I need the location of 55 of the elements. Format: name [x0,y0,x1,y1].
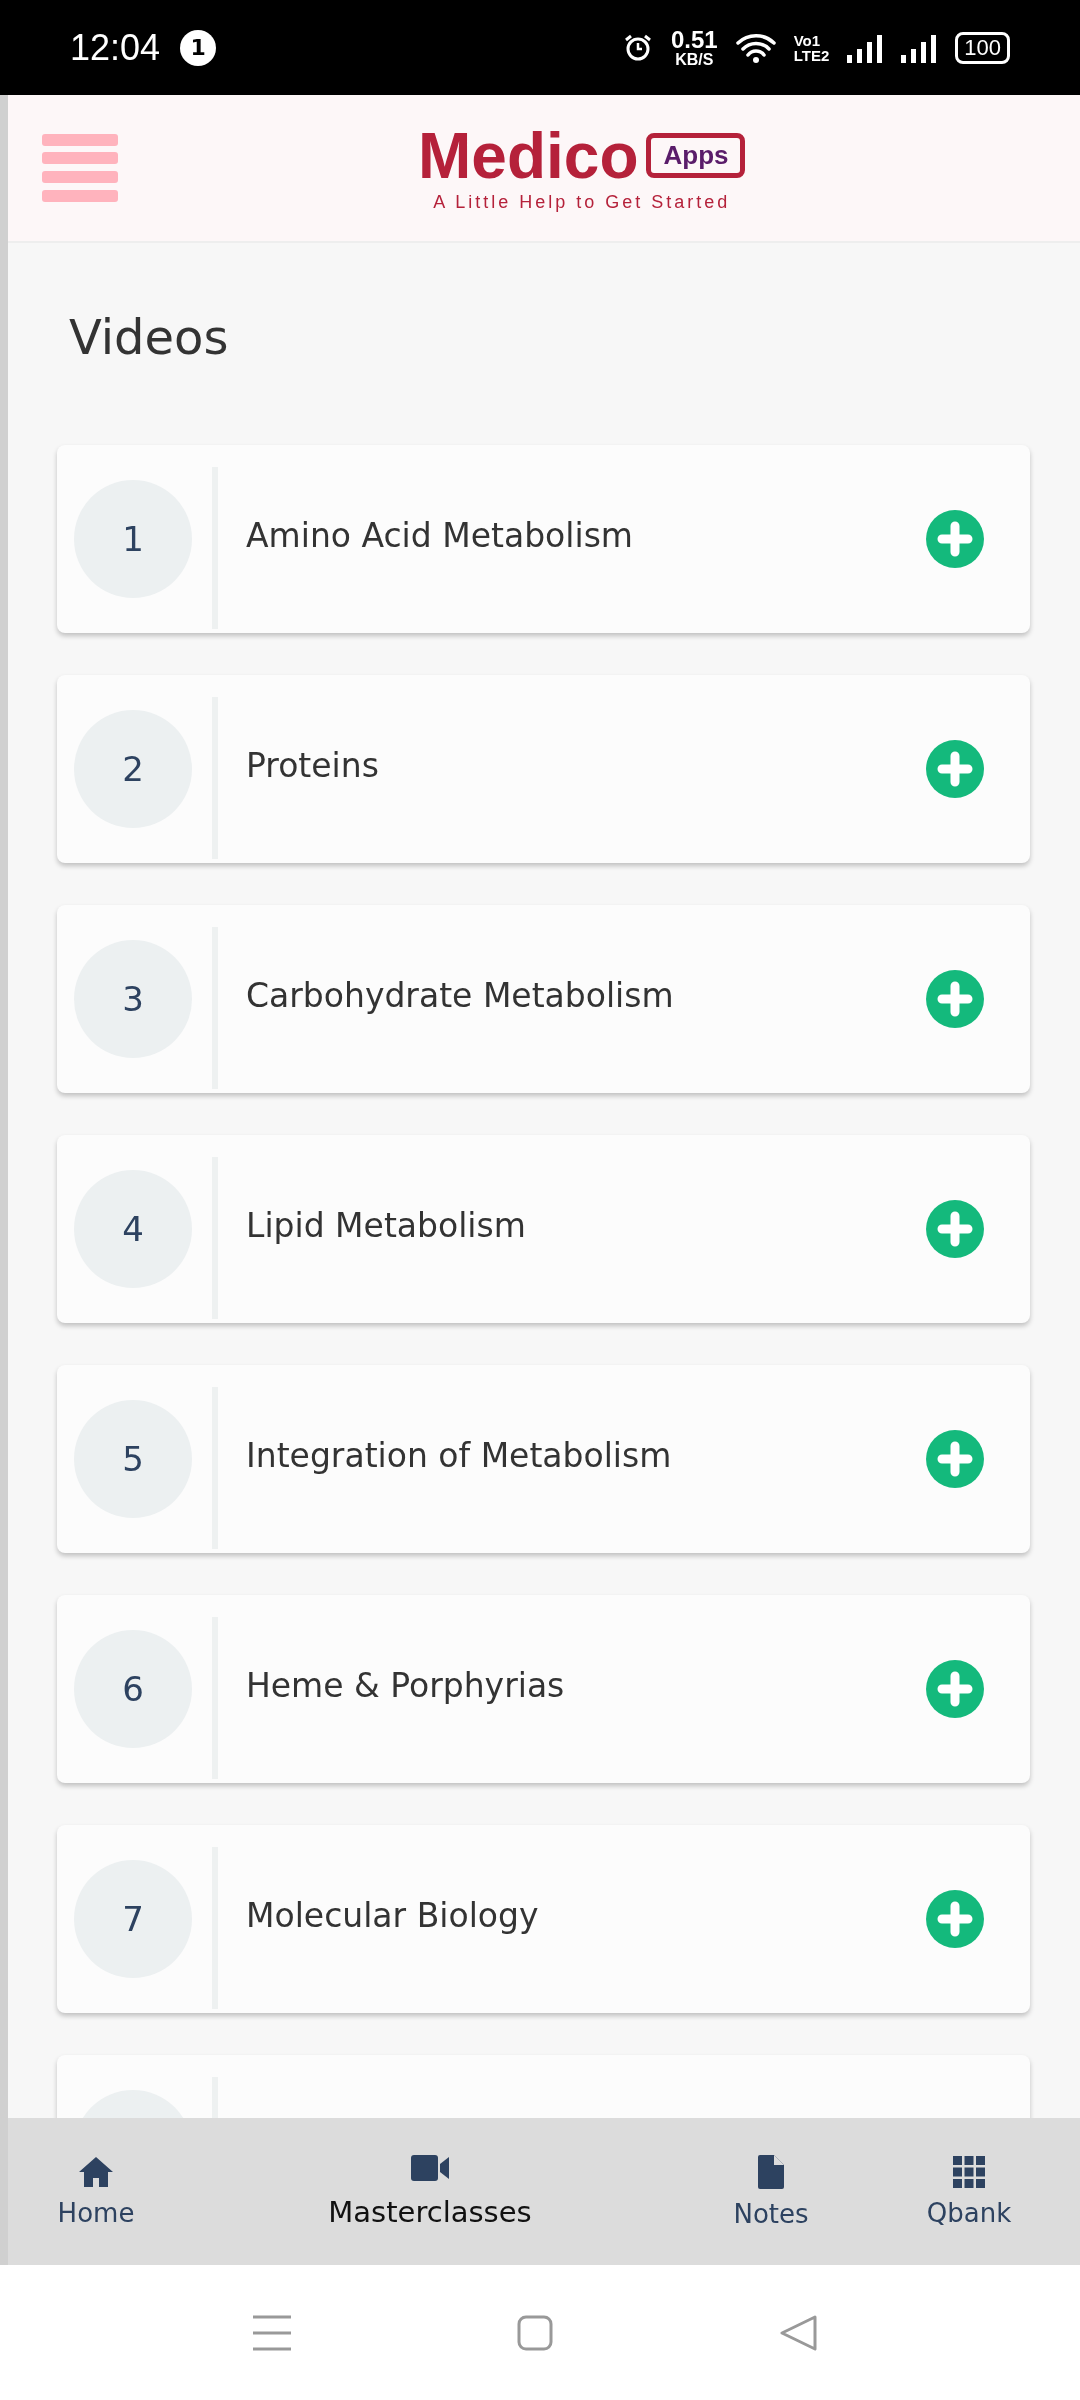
video-number: 4 [74,1170,192,1288]
signal-icon [847,32,884,63]
home-button-icon[interactable] [517,2314,553,2351]
add-icon[interactable] [926,1660,984,1718]
menu-icon[interactable] [42,134,118,202]
video-card[interactable]: 7 Molecular Biology [57,1825,1030,2013]
nav-tab[interactable]: Masterclasses [184,2154,676,2229]
battery-level: 100 [955,31,1010,64]
video-card[interactable]: 6 Heme & Porphyrias [57,1595,1030,1783]
video-title: Lipid Metabolism [245,1205,527,1245]
video-title: Proteins [245,745,380,785]
alarm-icon [623,32,653,63]
logo-wordmark: Medico [418,123,639,188]
nav-tab[interactable]: Qbank [866,2155,1072,2228]
video-title: Carbohydrate Metabolism [245,975,675,1015]
video-camera-icon [411,2154,449,2181]
volte-label: Vo1 [793,32,822,48]
video-number: 1 [74,480,192,598]
speed-unit: KB/S [675,51,714,68]
back-icon[interactable] [779,2314,817,2351]
nav-tab[interactable]: Home [8,2155,184,2228]
network-speed: 0.51 [671,27,718,52]
video-number: 6 [74,1630,192,1748]
video-title: Molecular Biology [245,1895,540,1935]
document-icon [758,2154,784,2189]
add-icon[interactable] [926,740,984,798]
lte-label: LTE2 [793,47,830,63]
logo-tagline: A Little Help to Get Started [433,191,731,213]
clock: 12:04 [70,26,161,69]
add-icon[interactable] [926,1890,984,1948]
video-number: 7 [74,1860,192,1978]
video-card[interactable]: 4 Lipid Metabolism [57,1135,1030,1323]
video-card[interactable]: 3 Carbohydrate Metabolism [57,905,1030,1093]
video-title: Heme & Porphyrias [245,1665,566,1705]
video-title: Integration of Metabolism [245,1435,673,1475]
add-icon[interactable] [926,510,984,568]
video-title: Amino Acid Metabolism [245,515,634,555]
notification-badge: 1 [180,29,217,66]
home-icon [78,2155,114,2188]
nav-tab[interactable]: Notes [676,2154,866,2229]
video-number: 3 [74,940,192,1058]
video-number: 5 [74,1400,192,1518]
signal-icon [901,32,938,63]
logo-badge: Apps [646,133,746,178]
video-card[interactable]: 1 Amino Acid Metabolism [57,445,1030,633]
video-card[interactable]: 5 Integration of Metabolism [57,1365,1030,1553]
add-icon[interactable] [926,970,984,1028]
wifi-icon [735,32,776,63]
grid-icon [953,2155,985,2188]
video-card[interactable]: 2 Proteins [57,675,1030,863]
video-number: 2 [74,710,192,828]
page-title: Videos [69,309,230,365]
add-icon[interactable] [926,1200,984,1258]
add-icon[interactable] [926,1430,984,1488]
menu-icon[interactable] [253,2314,291,2351]
